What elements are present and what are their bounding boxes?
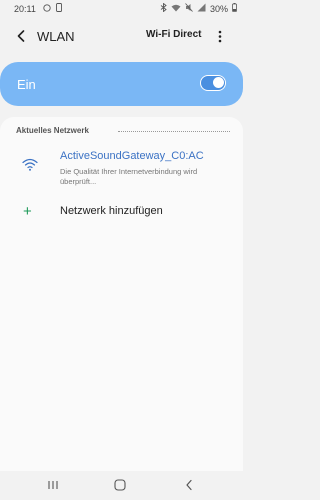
network-list-card: Aktuelles Netzwerk ActiveSoundGateway_C0… bbox=[0, 117, 243, 480]
battery-icon bbox=[232, 3, 237, 14]
status-right: 30% bbox=[160, 2, 237, 14]
home-icon bbox=[114, 479, 126, 491]
toggle-label: Ein bbox=[17, 77, 36, 92]
navigation-bar bbox=[0, 471, 243, 500]
network-name: ActiveSoundGateway_C0:AC bbox=[60, 150, 204, 162]
status-bar: 20:11 30% bbox=[0, 0, 243, 18]
recent-apps-button[interactable] bbox=[44, 477, 62, 493]
back-button[interactable] bbox=[12, 26, 30, 46]
section-divider bbox=[118, 131, 230, 132]
network-status: Die Qualität Ihrer Internetverbindung wi… bbox=[60, 167, 198, 186]
recent-apps-icon bbox=[48, 481, 58, 489]
more-options-button[interactable] bbox=[215, 28, 225, 44]
wifi-icon bbox=[22, 158, 38, 171]
home-button[interactable] bbox=[111, 477, 129, 493]
back-arrow-icon bbox=[186, 479, 192, 491]
app-bar: WLAN Wi-Fi Direct bbox=[0, 20, 243, 52]
current-network-item[interactable]: ActiveSoundGateway_C0:AC Die Qualität Ih… bbox=[0, 145, 243, 189]
signal-icon bbox=[197, 3, 206, 14]
chevron-left-icon bbox=[17, 30, 25, 42]
more-vertical-icon bbox=[218, 30, 222, 42]
page-title: WLAN bbox=[37, 29, 75, 44]
bluetooth-icon bbox=[160, 2, 167, 14]
plus-icon: + bbox=[23, 203, 32, 220]
wifi-icon bbox=[171, 4, 181, 14]
wlan-switch[interactable] bbox=[200, 75, 226, 91]
nav-back-button[interactable] bbox=[180, 477, 198, 493]
wlan-toggle-card[interactable]: Ein bbox=[0, 62, 243, 106]
wifi-direct-button[interactable]: Wi-Fi Direct bbox=[146, 29, 201, 40]
battery-text: 30% bbox=[209, 3, 228, 14]
add-network-label: Netzwerk hinzufügen bbox=[60, 205, 163, 217]
add-network-item[interactable]: + Netzwerk hinzufügen bbox=[0, 200, 243, 224]
whatsapp-icon bbox=[43, 3, 51, 14]
phone-icon bbox=[56, 3, 62, 14]
switch-knob bbox=[213, 77, 224, 88]
status-time: 20:11 bbox=[14, 4, 36, 14]
section-header: Aktuelles Netzwerk bbox=[16, 126, 89, 135]
status-left-icons bbox=[43, 3, 62, 14]
mute-icon bbox=[185, 3, 193, 14]
